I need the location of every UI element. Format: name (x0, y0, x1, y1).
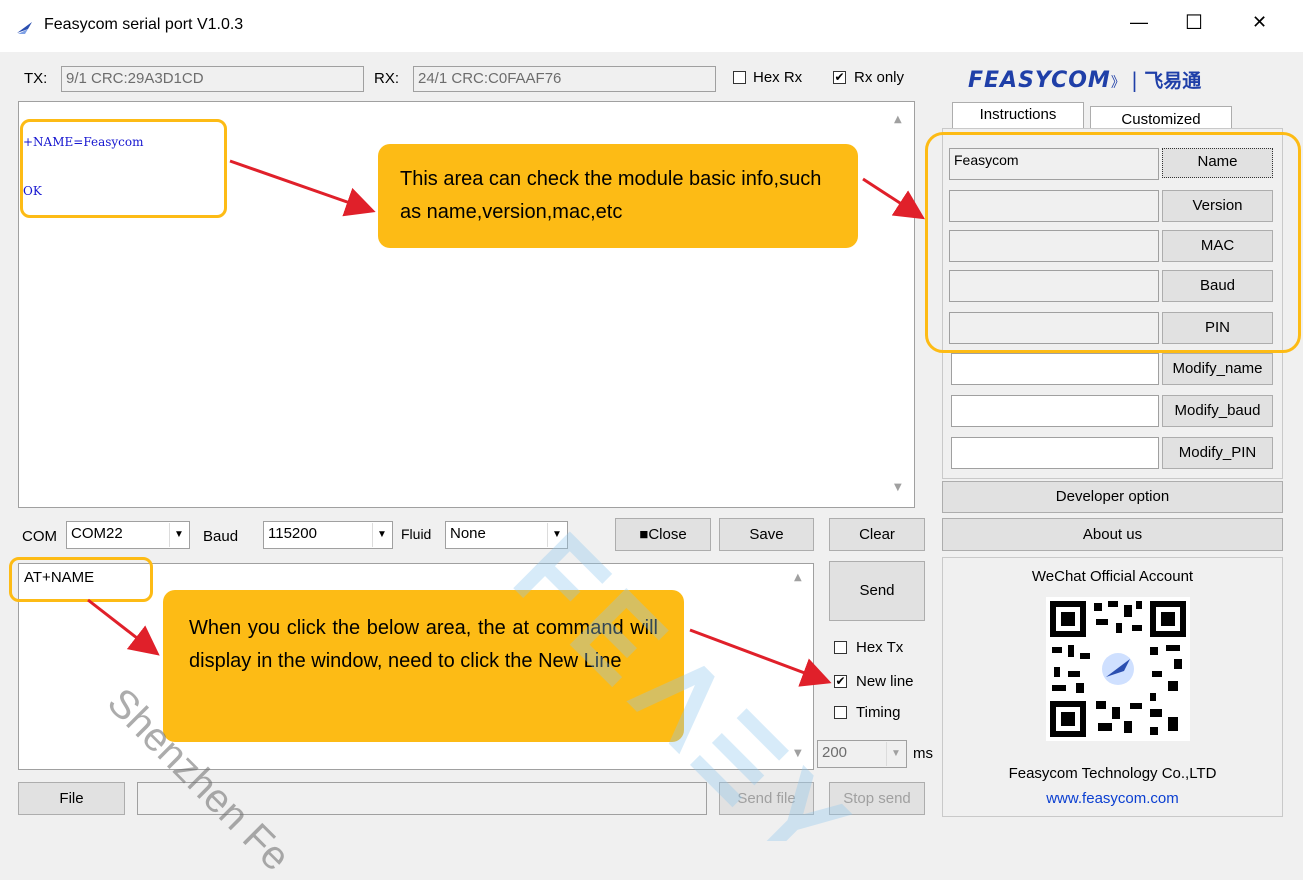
logo-mark: 》 (1110, 75, 1125, 91)
rx-counter: 24/1 CRC:C0FAAF76 (413, 66, 716, 92)
about-us-button[interactable]: About us (942, 518, 1283, 551)
app-icon (17, 22, 32, 34)
company-name: Feasycom Technology Co.,LTD (1008, 765, 1217, 782)
window-title: Feasycom serial port V1.0.3 (44, 16, 244, 33)
title-bar: Feasycom serial port V1.0.3 — ☐ ✕ (0, 0, 1303, 52)
hex-rx-label: Hex Rx (753, 69, 803, 86)
feasycom-logo: FEASYCOM》 | 飞易通 (968, 68, 1202, 93)
com-select-value: COM22 (71, 525, 123, 542)
rx-only-checkbox[interactable]: ✔ (833, 71, 846, 84)
chevron-down-icon: ▼ (372, 523, 391, 547)
logo-chinese: 飞易通 (1144, 70, 1202, 92)
chevron-down-icon: ▼ (169, 523, 188, 547)
modify-baud-button[interactable]: Modify_baud (1162, 395, 1273, 427)
close-button[interactable]: ✕ (1252, 12, 1267, 33)
baud-select-value: 115200 (268, 525, 317, 542)
rx-only-label: Rx only (854, 69, 905, 86)
baud-select[interactable]: 115200 ▼ (263, 521, 393, 549)
modify-baud-input[interactable] (951, 395, 1159, 427)
com-label: COM (22, 528, 57, 545)
scroll-up-icon[interactable]: ▲ (894, 114, 902, 125)
tx-counter: 9/1 CRC:29A3D1CD (61, 66, 364, 92)
receive-highlight (20, 119, 227, 218)
instructions-highlight (925, 132, 1301, 353)
baud-label: Baud (203, 528, 239, 545)
wechat-title: WeChat Official Account (1031, 568, 1194, 585)
file-button[interactable]: File (18, 782, 125, 815)
tab-instructions[interactable]: Instructions (952, 102, 1084, 129)
hex-rx-checkbox[interactable] (733, 71, 746, 84)
modify-name-input[interactable] (951, 353, 1159, 385)
minimize-button[interactable]: — (1130, 12, 1148, 33)
modify-pin-button[interactable]: Modify_PIN (1162, 437, 1273, 469)
com-select[interactable]: COM22 ▼ (66, 521, 190, 549)
send-input-highlight (9, 557, 153, 602)
fluid-label: Fluid (401, 526, 432, 542)
qr-code-icon (1046, 597, 1190, 741)
watermark-logo (513, 531, 853, 841)
tx-label: TX: (24, 70, 48, 87)
website-link[interactable]: www.feasycom.com (942, 790, 1283, 807)
interval-unit: ms (913, 745, 933, 762)
maximize-button[interactable]: ☐ (1185, 10, 1203, 35)
modify-pin-input[interactable] (951, 437, 1159, 469)
info-area-callout: This area can check the module basic inf… (378, 144, 858, 248)
logo-brand: FEASYCOM (968, 68, 1111, 93)
modify-name-button[interactable]: Modify_name (1162, 353, 1273, 385)
developer-option-button[interactable]: Developer option (942, 481, 1283, 513)
scroll-down-icon[interactable]: ▼ (894, 482, 902, 493)
rx-label: RX: (374, 70, 400, 87)
